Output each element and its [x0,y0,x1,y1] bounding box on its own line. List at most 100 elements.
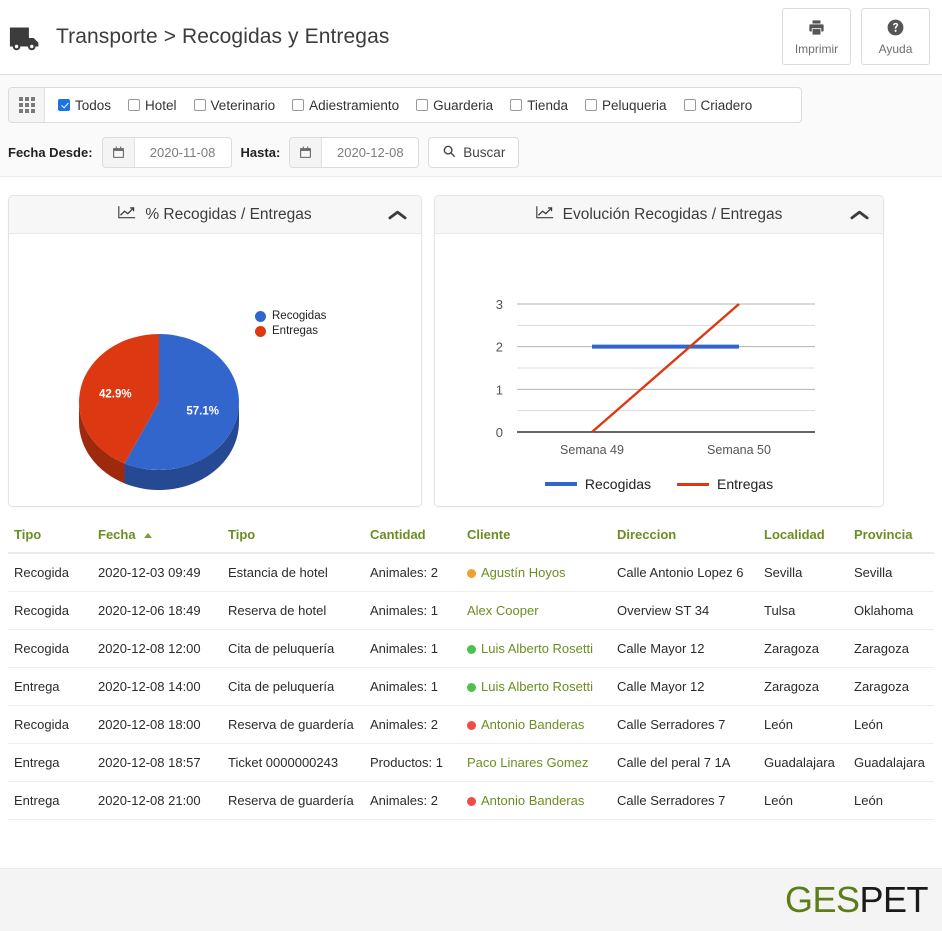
table-row[interactable]: Entrega 2020-12-08 18:57 Ticket 0000000243… [8,743,934,782]
cell-localidad: Zaragoza [758,667,848,706]
line-legend-item-0: Recogidas [544,476,652,492]
checkbox-todos[interactable]: Todos [58,98,111,113]
column-header-cliente[interactable]: Cliente [461,519,611,554]
checkbox-veterinario-box[interactable] [193,99,206,111]
table-row[interactable]: Entrega 2020-12-08 21:00 Reserva de guarde… [8,781,934,820]
y-tick-label: 3 [496,297,503,312]
table-row[interactable]: Recogida 2020-12-03 09:49 Estancia de hote… [8,553,934,592]
chevron-up-icon-pie[interactable] [388,209,407,221]
cell-direccion: Calle Serradores 7 [611,781,758,820]
checkbox-hotel-box[interactable] [128,99,141,111]
checkbox-peluqueria-label[interactable]: Peluqueria [602,98,667,113]
cell-tipo: Recogida [8,629,92,668]
checkbox-todos-box[interactable] [58,99,70,111]
line-chart-icon [118,205,136,224]
checkbox-criadero[interactable]: Criadero [683,98,753,113]
checkbox-veterinario-label[interactable]: Veterinario [211,98,276,113]
column-header-direccion[interactable]: Direccion [611,519,758,554]
table-header-row: Tipo Fecha Tipo Cantidad Cliente Direcci… [8,519,934,554]
column-header-localidad[interactable]: Localidad [758,519,848,554]
checkbox-peluqueria[interactable]: Peluqueria [584,98,667,113]
cell-tipo2: Reserva de guardería [222,705,364,744]
status-dot [467,797,476,807]
chevron-up-icon-line[interactable] [850,209,869,221]
checkbox-adiestramiento-box[interactable] [292,99,305,111]
column-header-tipo[interactable]: Tipo [8,519,92,554]
table-row[interactable]: Entrega 2020-12-08 14:00 Cita de peluquerí… [8,667,934,706]
status-dot [467,683,476,693]
checkbox-criadero-label[interactable]: Criadero [701,98,753,113]
search-button-label: Buscar [463,145,506,160]
table-row[interactable]: Recogida 2020-12-06 18:49 Reserva de hotel… [8,591,934,630]
page-title-group: Transporte > Recogidas y Entregas [8,22,389,52]
checkbox-hotel-label[interactable]: Hotel [145,98,177,113]
cell-localidad: León [758,781,848,820]
grid-icon[interactable] [9,88,45,122]
cell-provincia: Oklahoma [848,591,934,630]
search-icon [442,144,456,161]
page-title: Transporte > Recogidas y Entregas [56,25,390,48]
checkbox-tienda[interactable]: Tienda [510,98,568,113]
date-to-input[interactable]: 2020-12-08 [322,138,419,167]
panel-line-title-group: Evolución Recogidas / Entregas [535,205,782,224]
status-dot [467,721,476,731]
panel-pie-header: % Recogidas / Entregas [9,196,421,234]
checkbox-tienda-label[interactable]: Tienda [527,98,568,113]
column-header-cantidad[interactable]: Cantidad [364,519,461,554]
checkbox-veterinario[interactable]: Veterinario [193,98,276,113]
checkbox-criadero-box[interactable] [683,99,696,111]
print-button[interactable]: Imprimir [782,8,851,65]
date-to-group[interactable]: 2020-12-08 [289,137,420,168]
status-dot [467,569,476,579]
table-row[interactable]: Recogida 2020-12-08 18:00 Reserva de guard… [8,705,934,744]
checkbox-adiestramiento[interactable]: Adiestramiento [292,98,399,113]
checkbox-guarderia[interactable]: Guarderia [416,98,493,113]
checkbox-peluqueria-box[interactable] [584,99,597,111]
checkbox-tienda-box[interactable] [510,99,523,111]
pie-value-label-0: 57.1% [186,405,219,417]
cell-localidad: Sevilla [758,553,848,592]
pie-legend: Recogidas Entregas [255,310,326,340]
line-legend-label-0: Recogidas [584,476,652,492]
cell-direccion: Calle del peral 7 1A [611,743,758,782]
checkbox-guarderia-box[interactable] [416,99,429,111]
cell-cantidad: Animales: 1 [364,591,461,630]
date-from-input[interactable]: 2020-11-08 [134,138,231,167]
column-header-provincia[interactable]: Provincia [848,519,934,554]
cell-tipo: Recogida [8,591,92,630]
line-legend: Recogidas Entregas [435,476,883,492]
column-header-fecha[interactable]: Fecha [92,519,222,554]
header-actions: Imprimir Ayuda [782,8,930,65]
cell-tipo2: Cita de peluquería [222,667,364,706]
type-filter-bar: Todos Hotel Veterinario Adiestramiento G… [8,87,802,123]
cell-cantidad: Animales: 2 [364,781,461,820]
calendar-icon-to[interactable] [290,138,323,167]
help-button-label: Ayuda [878,41,913,56]
checkbox-todos-label[interactable]: Todos [75,98,111,113]
checkbox-hotel[interactable]: Hotel [128,98,177,113]
table-row[interactable]: Recogida 2020-12-08 12:00 Cita de peluquer… [8,629,934,668]
panel-line: Evolución Recogidas / Entregas 0 1 2 3 Seman… [434,195,884,507]
pie-value-label-1: 42.9% [99,389,132,401]
cell-tipo2: Reserva de guardería [222,781,364,820]
cell-localidad: Guadalajara [758,743,848,782]
line-legend-label-1: Entregas [717,476,774,492]
cell-provincia: Guadalajara [848,743,934,782]
cell-direccion: Calle Antonio Lopez 6 [611,553,758,592]
cell-tipo: Recogida [8,705,92,744]
help-button[interactable]: Ayuda [861,8,930,65]
pie-legend-label-1: Entregas [272,325,319,337]
checkbox-guarderia-label[interactable]: Guarderia [433,98,493,113]
x-tick-label: Semana 50 [707,443,771,457]
search-button[interactable]: Buscar [428,137,520,168]
cell-tipo: Recogida [8,553,92,592]
date-from-group[interactable]: 2020-11-08 [101,137,232,168]
pie-legend-item-0: Recogidas [255,310,326,322]
logo-part-ges: GES [784,879,860,920]
calendar-icon-from[interactable] [102,138,135,167]
table-head: Tipo Fecha Tipo Cantidad Cliente Direcci… [8,519,934,554]
chart-panels: % Recogidas / Entregas 57.1% 42.9% Recogi… [0,177,942,507]
column-header-tipo2[interactable]: Tipo [222,519,364,554]
cell-tipo2: Ticket 0000000243 [222,743,364,782]
checkbox-adiestramiento-label[interactable]: Adiestramiento [309,98,399,113]
